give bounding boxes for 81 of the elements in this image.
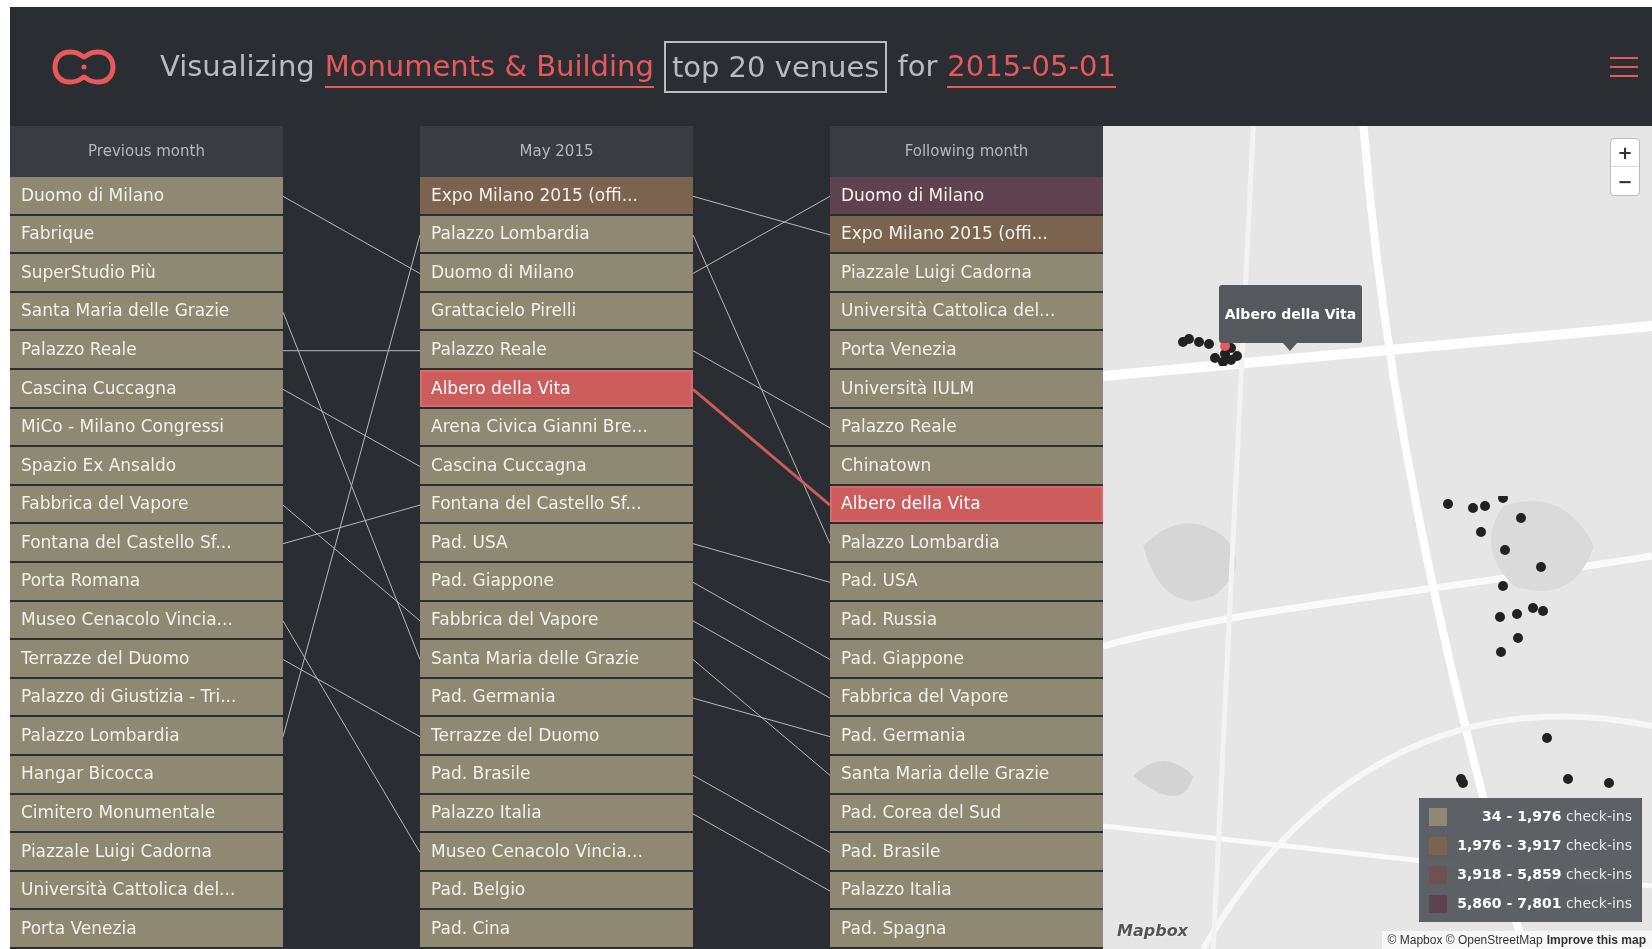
venue-row[interactable]: Pad. Corea del Sud [830,794,1103,834]
venue-row[interactable]: Università Cattolica del... [830,292,1103,332]
venue-row[interactable]: Duomo di Milano [830,177,1103,216]
venue-row[interactable]: Pad. Brasile [830,833,1103,872]
venue-row[interactable]: Palazzo Lombardia [10,717,283,756]
venue-row[interactable]: Grattacielo Pirelli [420,292,693,332]
venue-row[interactable]: Fabbrica del Vapore [830,678,1103,718]
legend-label: 34 - 1,976 check-ins [1482,807,1632,826]
venue-row[interactable]: Arena Civica Gianni Bre... [420,408,693,448]
venue-row[interactable]: Fontana del Castello Sf... [10,524,283,563]
venue-row[interactable]: Cimitero Monumentale [10,794,283,834]
venue-row[interactable]: Santa Maria delle Grazie [420,640,693,679]
venue-row[interactable]: Fontana del Castello Sf... [420,485,693,525]
zoom-in-button[interactable]: + [1611,139,1639,167]
venue-row[interactable]: Pad. Giappone [420,562,693,602]
venue-row[interactable]: Porta Venezia [10,910,283,949]
venue-row[interactable]: Palazzo Reale [10,331,283,370]
venue-count-selector[interactable]: top 20 venues [663,40,888,93]
venue-row[interactable]: Spazio Ex Ansaldo [10,447,283,486]
venue-row[interactable]: Chinatown [830,447,1103,486]
tooltip-pointer-icon [1283,343,1297,351]
venue-row[interactable]: Museo Cenacolo Vincia... [420,833,693,872]
venue-row[interactable]: Piazzale Luigi Cadorna [830,254,1103,293]
map-tooltip: Albero della Vita [1219,285,1362,343]
venue-row[interactable]: Palazzo Lombardia [420,215,693,255]
map-logo: Mapbox [1117,920,1188,942]
venue-row[interactable]: Cascina Cuccagna [10,369,283,409]
venue-row[interactable]: Santa Maria delle Grazie [10,292,283,332]
date-link[interactable]: 2015-05-01 [947,45,1116,88]
venue-row[interactable]: Expo Milano 2015 (offi... [420,177,693,216]
venue-row[interactable]: Porta Venezia [830,331,1103,370]
title-text: for [897,47,938,85]
venue-row[interactable]: Hangar Bicocca [10,755,283,795]
venue-row[interactable]: Pad. Giappone [830,640,1103,679]
menu-icon[interactable] [1610,55,1638,78]
column-header: May 2015 [420,126,693,177]
venue-row[interactable]: Fabbrica del Vapore [420,601,693,641]
zoom-out-button[interactable]: − [1611,167,1639,195]
venue-row[interactable]: Pad. USA [420,524,693,563]
venue-row[interactable]: Palazzo Italia [420,794,693,834]
category-link[interactable]: Monuments & Building [324,45,654,88]
venue-row[interactable]: Expo Milano 2015 (offi... [830,215,1103,255]
venue-row[interactable]: Terrazze del Duomo [420,717,693,756]
venue-row[interactable]: Pad. USA [830,562,1103,602]
legend-label: 5,860 - 7,801 check-ins [1457,894,1632,913]
venue-row[interactable]: Palazzo di Giustizia - Tri... [10,678,283,718]
venue-row[interactable]: Albero della Vita [830,485,1103,525]
venue-row[interactable]: Università IULM [830,369,1103,409]
venue-row[interactable]: Pad. Cina [420,910,693,949]
venue-row[interactable]: Pad. Brasile [420,755,693,795]
venue-row[interactable]: Museo Cenacolo Vincia... [10,601,283,641]
venue-row[interactable]: Duomo di Milano [420,254,693,293]
venue-row[interactable]: Palazzo Italia [830,871,1103,911]
venue-row[interactable]: Albero della Vita [420,369,693,409]
legend-label: 3,918 - 5,859 check-ins [1457,865,1632,884]
venue-row[interactable]: Pad. Germania [420,678,693,718]
venue-row[interactable]: Pad. Belgio [420,871,693,911]
title-text: Visualizing [160,47,315,85]
map-attribution: © Mapbox © OpenStreetMap [1387,932,1543,949]
venue-row[interactable]: Palazzo Reale [420,331,693,370]
venue-row[interactable]: Porta Romana [10,562,283,602]
venue-row[interactable]: Pad. Spagna [830,910,1103,949]
venue-row[interactable]: Cascina Cuccagna [420,447,693,486]
venue-row[interactable]: Palazzo Reale [830,408,1103,448]
legend-label: 1,976 - 3,917 check-ins [1457,836,1632,855]
venue-row[interactable]: Fabrique [10,215,283,255]
venue-row[interactable]: Università Cattolica del... [10,871,283,911]
column-header: Previous month [10,126,283,177]
venue-row[interactable]: Terrazze del Duomo [10,640,283,679]
venue-row[interactable]: Palazzo Lombardia [830,524,1103,563]
venue-row[interactable]: Santa Maria delle Grazie [830,755,1103,795]
column-header: Following month [830,126,1103,177]
improve-map-link[interactable]: Improve this map [1546,931,1646,949]
venue-row[interactable]: SuperStudio Più [10,254,283,293]
venue-row[interactable]: Duomo di Milano [10,177,283,216]
venue-row[interactable]: Pad. Germania [830,717,1103,756]
venue-row[interactable]: Piazzale Luigi Cadorna [10,833,283,872]
venue-row[interactable]: Fabbrica del Vapore [10,485,283,525]
venue-markers-drawing [1177,333,1243,366]
venue-row[interactable]: MiCo - Milano Congressi [10,408,283,448]
venue-row[interactable]: Pad. Russia [830,601,1103,641]
